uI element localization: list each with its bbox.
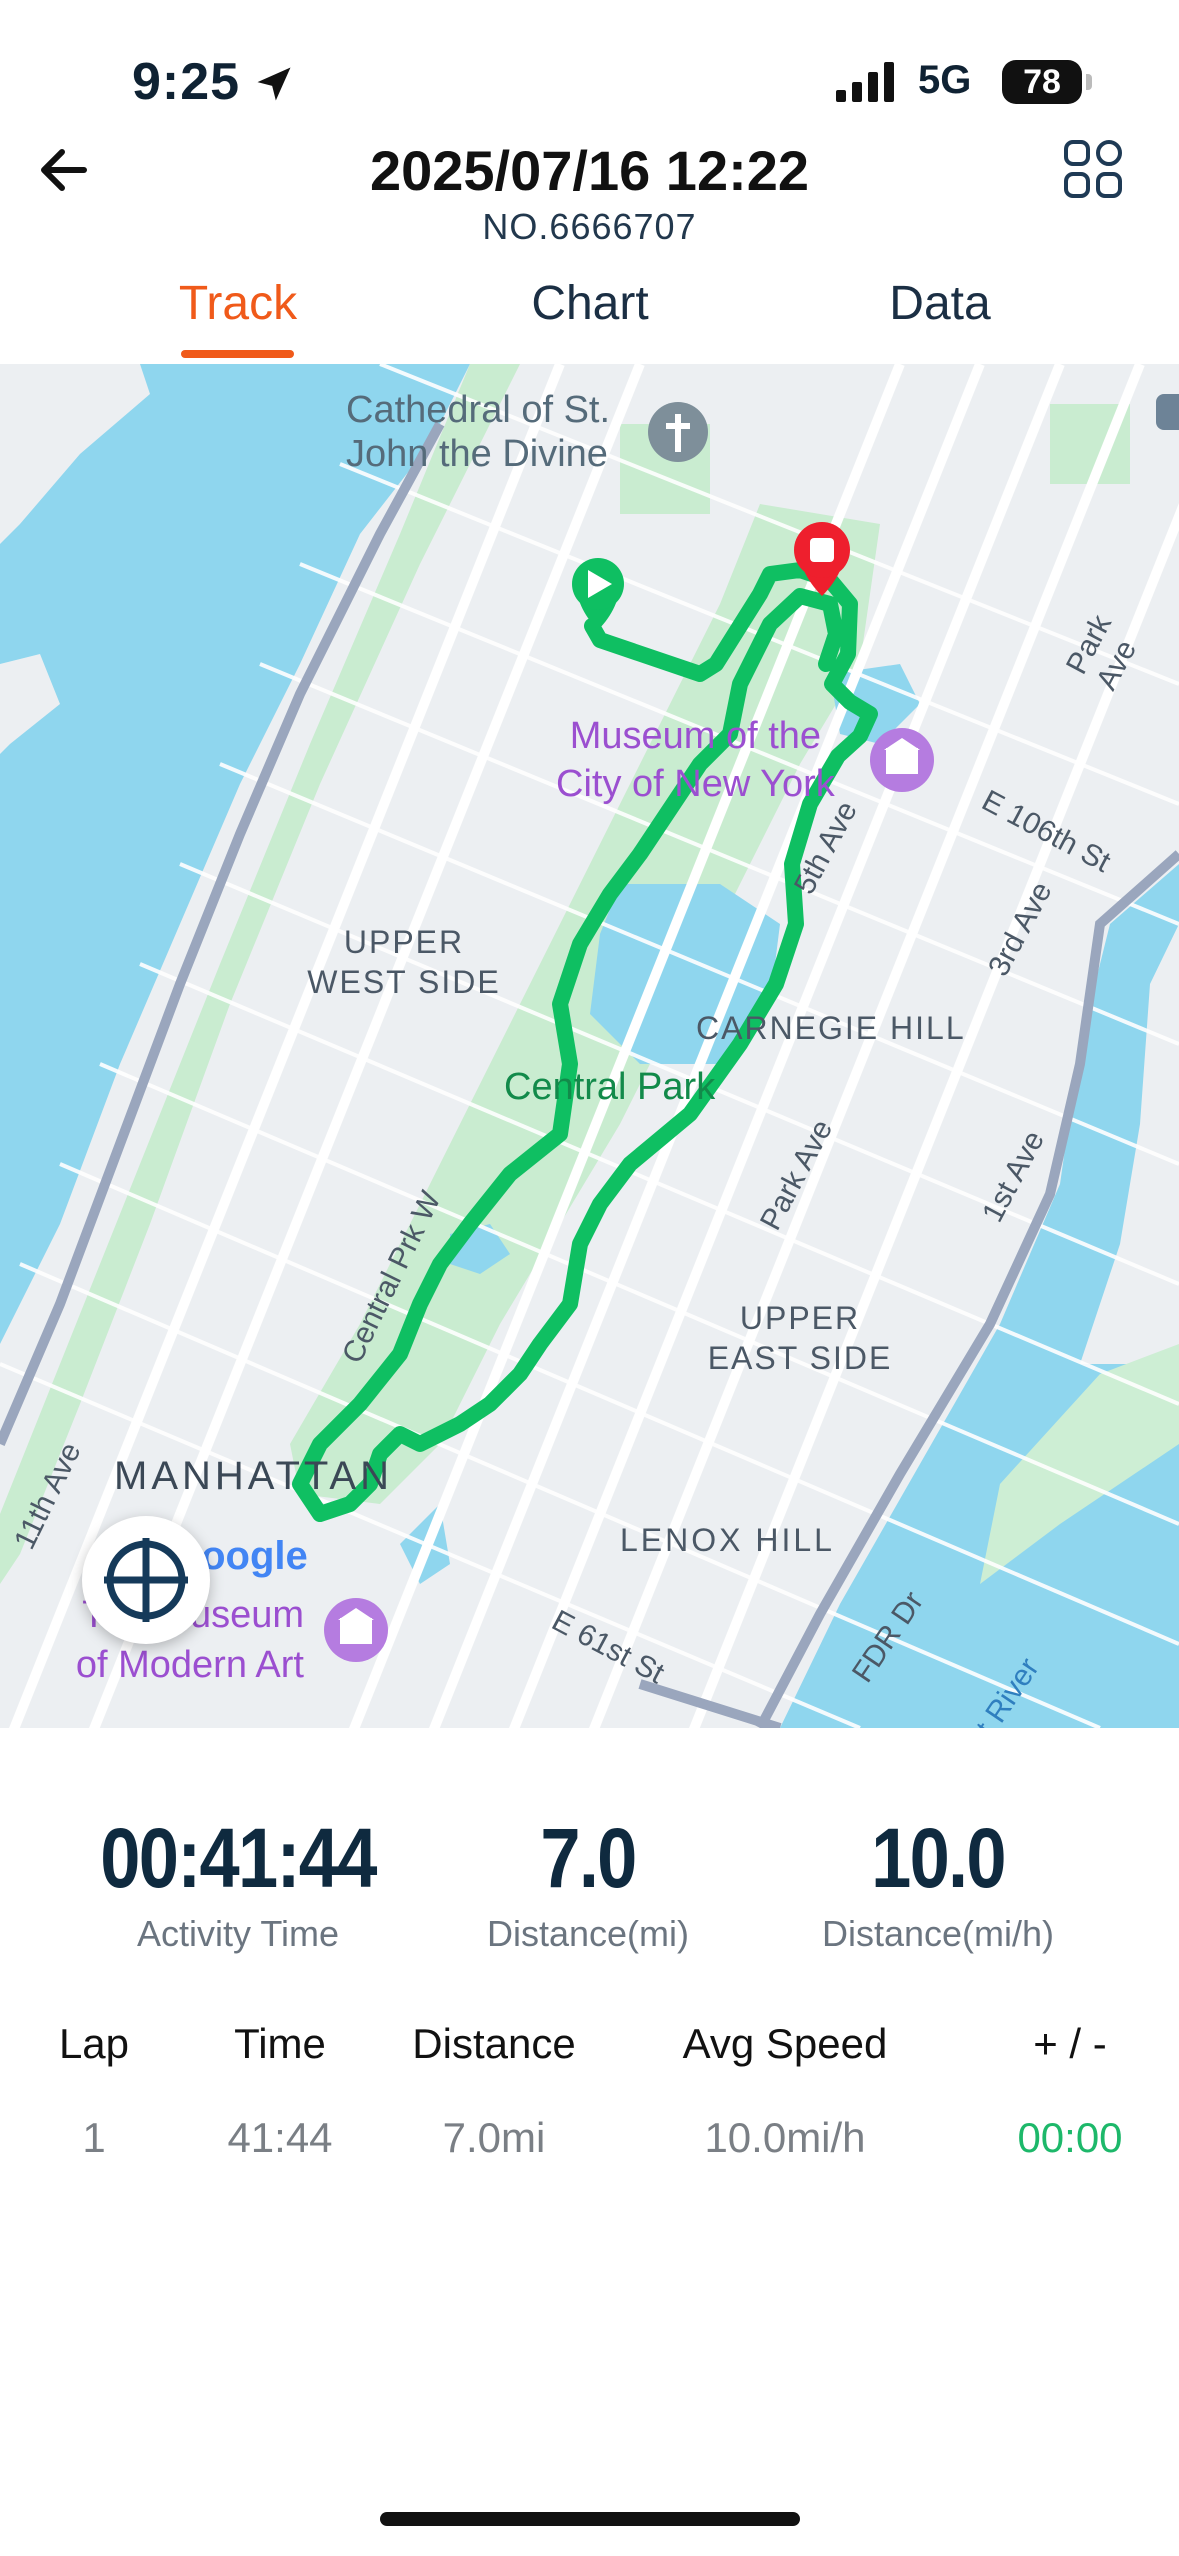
page-title: 2025/07/16 12:22 (369, 139, 810, 202)
museum-poi-icon[interactable] (870, 728, 934, 792)
header-time: Time (234, 2020, 326, 2067)
network-type: 5G (918, 58, 972, 102)
stat-activity-time: 00:41:44 Activity Time (68, 1810, 408, 1955)
cathedral-poi-icon[interactable] (648, 402, 708, 462)
battery-tip (1086, 74, 1092, 90)
lap-table-header: Lap Time Distance Avg Speed + / - (0, 2020, 1179, 2090)
cell-distance: 7.0mi (442, 2114, 546, 2161)
tab-track[interactable]: Track (88, 276, 388, 331)
label-museum-city-ny: Museum of the City of New York (556, 715, 835, 805)
stat-speed: 10.0 Distance(mi/h) (768, 1810, 1108, 1955)
status-time: 9:25 (132, 53, 241, 111)
cell-avg-speed: 10.0mi/h (704, 2114, 866, 2161)
cellular-signal-icon (836, 62, 894, 102)
layout-grid-icon[interactable] (1062, 138, 1126, 202)
home-indicator[interactable] (380, 2512, 800, 2526)
label-carnegie-hill: CARNEGIE HILL (696, 1010, 966, 1046)
header-diff: + / - (1033, 2020, 1107, 2067)
crosshair-icon (104, 1538, 188, 1622)
stat-distance: 7.0 Distance(mi) (418, 1810, 758, 1955)
cell-time: 41:44 (227, 2114, 333, 2161)
label-upper-east-side: UPPER EAST SIDE (707, 1300, 893, 1376)
location-arrow-icon (257, 67, 291, 101)
transit-icon (1156, 394, 1179, 430)
header-distance: Distance (412, 2020, 576, 2067)
tab-data[interactable]: Data (790, 276, 1090, 331)
stat-value: 00:41:44 (100, 1811, 377, 1905)
stat-label: Distance(mi) (486, 1913, 690, 1954)
table-row: 1 41:44 7.0mi 10.0mi/h 00:00 (0, 2114, 1179, 2184)
tab-chart[interactable]: Chart (440, 276, 740, 331)
label-lenox-hill: LENOX HILL (620, 1522, 835, 1558)
recenter-button[interactable] (82, 1516, 210, 1644)
header-avg-speed: Avg Speed (682, 2020, 888, 2067)
stat-value: 10.0 (871, 1811, 1006, 1905)
header-lap: Lap (58, 2020, 130, 2067)
battery-level: 78 (1002, 60, 1082, 104)
activity-number: NO.6666707 (482, 206, 697, 247)
stat-label: Activity Time (136, 1913, 340, 1954)
header: 2025/07/16 12:22 NO.6666707 (0, 130, 1179, 260)
stat-value: 7.0 (540, 1811, 637, 1905)
cell-lap: 1 (82, 2114, 106, 2161)
active-tab-indicator (181, 350, 294, 358)
label-central-park: Central Park (504, 1066, 716, 1108)
stat-label: Distance(mi/h) (821, 1913, 1055, 1954)
label-upper-west-side: UPPER WEST SIDE (307, 924, 501, 1000)
moma-poi-icon[interactable] (324, 1598, 388, 1662)
label-manhattan: MANHATTAN (114, 1454, 393, 1498)
label-cathedral: Cathedral of St. John the Divine (346, 389, 611, 475)
tab-bar: Track Chart Data (0, 270, 1179, 366)
cell-diff: 00:00 (1017, 2114, 1123, 2161)
